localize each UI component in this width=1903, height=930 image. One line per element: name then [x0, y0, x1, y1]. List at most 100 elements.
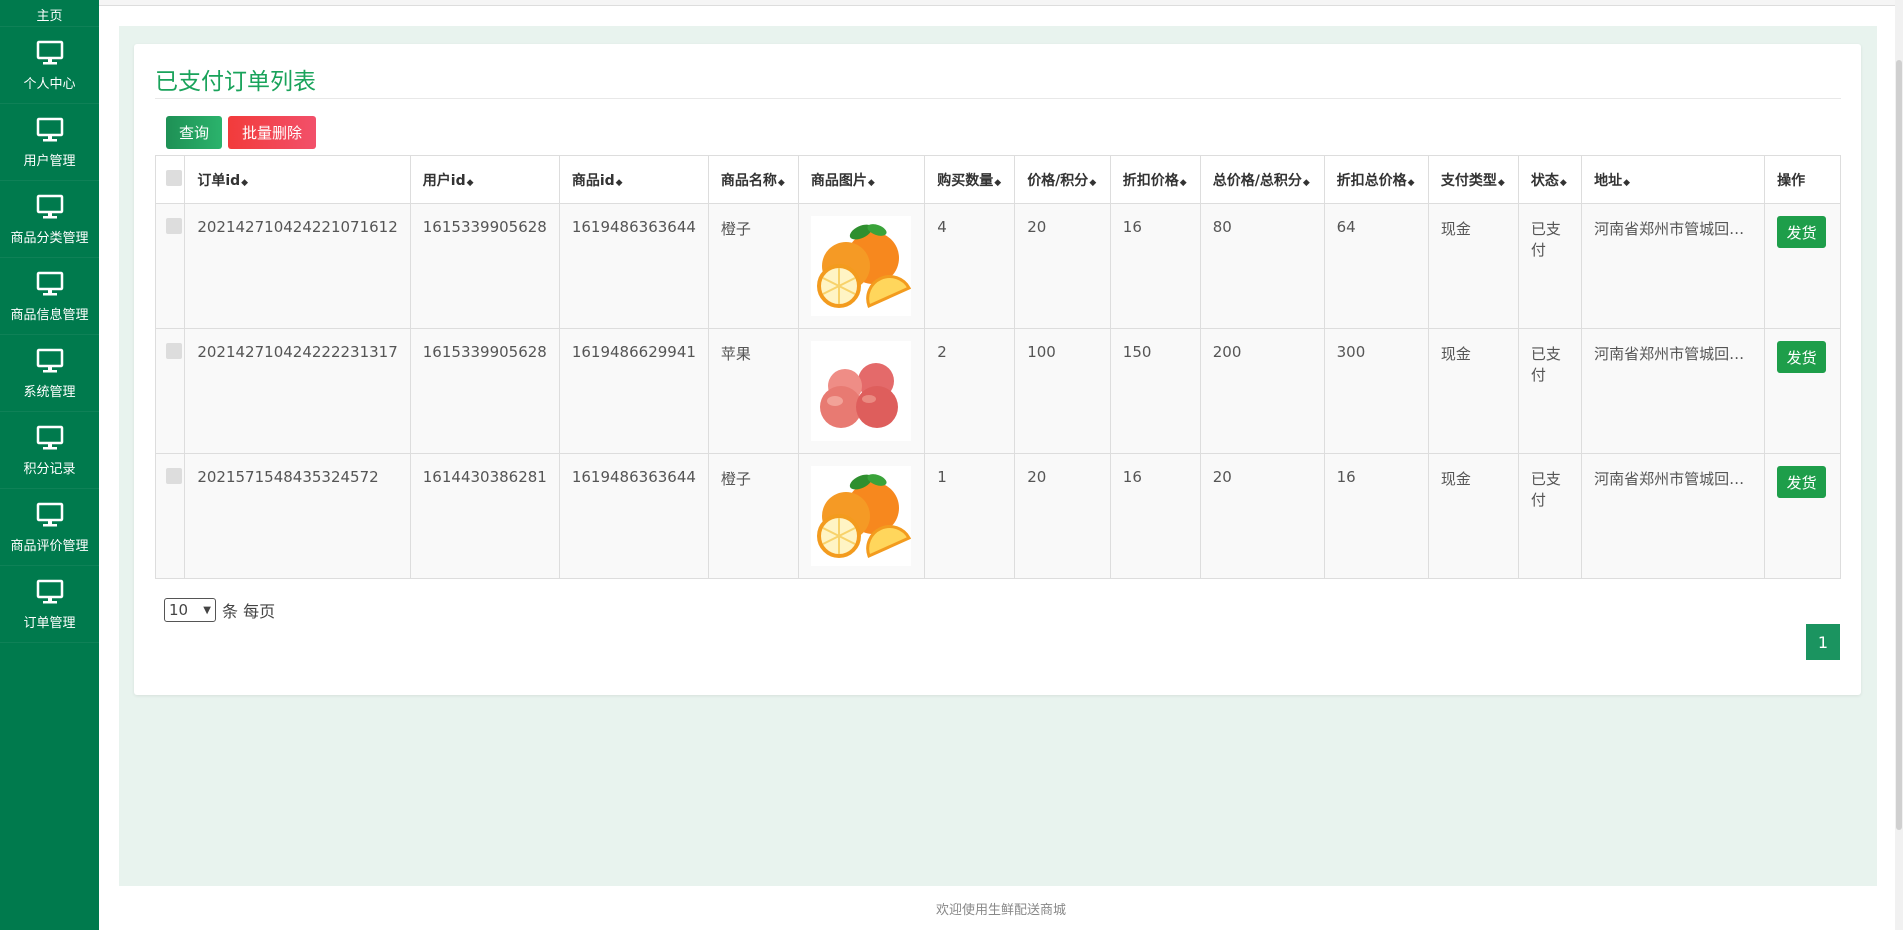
- row-select-cell: [154, 453, 186, 579]
- total-cell: 20: [1199, 453, 1325, 579]
- column-header-discount-total[interactable]: 折扣总价格◆: [1323, 155, 1429, 204]
- actions-cell: 发货: [1764, 453, 1841, 579]
- scrollbar-thumb[interactable]: [1896, 60, 1902, 830]
- user-id-cell: 1615339905628: [409, 328, 560, 454]
- column-header-product-image[interactable]: 商品图片◆: [797, 155, 926, 204]
- address-text: 河南省郑州市管城回族..: [1594, 345, 1753, 363]
- total-cell: 80: [1199, 203, 1325, 329]
- sidebar-item-review-management[interactable]: 商品评价管理: [0, 489, 99, 566]
- column-header-order-id[interactable]: 订单id◆: [184, 155, 411, 204]
- order-id-cell: 202142710424222231317: [184, 328, 411, 454]
- column-header-product-name[interactable]: 商品名称◆: [707, 155, 799, 204]
- address-cell: 河南省郑州市管城回族..: [1581, 453, 1766, 579]
- select-all-checkbox[interactable]: [166, 169, 182, 186]
- quantity-cell: 1: [924, 453, 1016, 579]
- sidebar-item-user-management[interactable]: 用户管理: [0, 104, 99, 181]
- column-header-total[interactable]: 总价格/总积分◆: [1199, 155, 1325, 204]
- column-header-pay-type[interactable]: 支付类型◆: [1427, 155, 1519, 204]
- price-cell: 20: [1014, 203, 1111, 329]
- address-text: 河南省郑州市管城回族..: [1594, 220, 1753, 238]
- query-button[interactable]: 查询: [166, 116, 222, 149]
- row-select-cell: [154, 328, 186, 454]
- ship-button[interactable]: 发货: [1777, 466, 1827, 498]
- quantity-cell: 4: [924, 203, 1016, 329]
- sort-icon: ◆: [777, 177, 785, 188]
- discount-total-cell: 300: [1323, 328, 1429, 454]
- product-name-cell: 橙子: [707, 453, 799, 579]
- column-header-user-id[interactable]: 用户id◆: [409, 155, 560, 204]
- discount-total-cell: 64: [1323, 203, 1429, 329]
- discount-total-cell: 16: [1323, 453, 1429, 579]
- select-all-cell: [154, 155, 186, 204]
- column-header-status[interactable]: 状态◆: [1517, 155, 1583, 204]
- column-header-quantity[interactable]: 购买数量◆: [924, 155, 1016, 204]
- row-checkbox[interactable]: [166, 218, 182, 234]
- price-cell: 20: [1014, 453, 1111, 579]
- apple-image[interactable]: [810, 341, 911, 441]
- product-name-cell: 苹果: [707, 328, 799, 454]
- sidebar-item-category-management[interactable]: 商品分类管理: [0, 181, 99, 258]
- sidebar-item-personal-center[interactable]: 个人中心: [0, 27, 99, 104]
- scrollbar[interactable]: [1895, 0, 1903, 930]
- table-row: 202142710424222231317 1615339905628 1619…: [154, 328, 1841, 454]
- column-header-product-id[interactable]: 商品id◆: [558, 155, 709, 204]
- sort-icon: ◆: [1179, 177, 1187, 188]
- batch-delete-button[interactable]: 批量删除: [228, 116, 316, 149]
- footer-text: 欢迎使用生鲜配送商城: [935, 902, 1066, 918]
- orange-image[interactable]: [810, 466, 912, 566]
- sort-icon: ◆: [1302, 177, 1310, 188]
- product-image-cell: [797, 328, 926, 454]
- monitor-icon: [36, 194, 63, 218]
- sidebar-item-label: 订单管理: [23, 615, 76, 631]
- sidebar-item-order-management[interactable]: 订单管理: [0, 566, 99, 643]
- sidebar-item-product-management[interactable]: 商品信息管理: [0, 258, 99, 335]
- user-id-cell: 1614430386281: [409, 453, 560, 579]
- sidebar-item-home[interactable]: 主页: [0, 0, 99, 27]
- sort-icon: ◆: [1407, 177, 1415, 188]
- product-id-cell: 1619486363644: [558, 453, 709, 579]
- page-size-select[interactable]: 10 ▼: [164, 598, 216, 622]
- table-header-row: 订单id◆ 用户id◆ 商品id◆ 商品名称◆ 商品图片◆ 购买数量◆ 价格/积…: [154, 155, 1841, 204]
- user-id-cell: 1615339905628: [409, 203, 560, 329]
- address-cell: 河南省郑州市管城回族..: [1581, 203, 1766, 329]
- product-image-cell: [797, 453, 926, 579]
- monitor-icon: [36, 348, 63, 372]
- column-header-discount-price[interactable]: 折扣价格◆: [1109, 155, 1201, 204]
- sidebar-item-label: 用户管理: [23, 153, 76, 169]
- sidebar-item-label: 主页: [36, 9, 63, 24]
- status-cell: 已支付: [1517, 203, 1583, 329]
- monitor-icon: [36, 117, 63, 141]
- monitor-icon: [36, 425, 63, 449]
- sort-icon: ◆: [1559, 177, 1567, 188]
- sidebar-item-system-management[interactable]: 系统管理: [0, 335, 99, 412]
- pay-type-cell: 现金: [1427, 453, 1519, 579]
- sidebar-item-label: 积分记录: [23, 461, 76, 477]
- sidebar-item-label: 个人中心: [23, 76, 76, 92]
- price-cell: 100: [1014, 328, 1111, 454]
- orders-table: 订单id◆ 用户id◆ 商品id◆ 商品名称◆ 商品图片◆ 购买数量◆ 价格/积…: [154, 155, 1841, 579]
- sort-icon: ◆: [466, 177, 474, 188]
- sidebar-item-label: 系统管理: [23, 384, 76, 400]
- order-list-card: 已支付订单列表 查询 批量删除 订单id◆ 用户id◆ 商品id◆ 商品名称◆ …: [134, 44, 1861, 695]
- sort-icon: ◆: [1623, 177, 1631, 188]
- row-checkbox[interactable]: [166, 343, 182, 359]
- sidebar-item-points-record[interactable]: 积分记录: [0, 412, 99, 489]
- monitor-icon: [36, 271, 63, 295]
- product-id-cell: 1619486629941: [558, 328, 709, 454]
- top-bar: [99, 0, 1903, 6]
- sidebar-item-label: 商品分类管理: [10, 230, 89, 246]
- column-header-price[interactable]: 价格/积分◆: [1014, 155, 1111, 204]
- ship-button[interactable]: 发货: [1777, 341, 1827, 373]
- column-header-address[interactable]: 地址◆: [1581, 155, 1766, 204]
- status-cell: 已支付: [1517, 453, 1583, 579]
- sort-icon: ◆: [1497, 177, 1505, 188]
- row-checkbox[interactable]: [166, 468, 182, 484]
- sidebar-item-label: 商品信息管理: [10, 307, 89, 323]
- address-cell: 河南省郑州市管城回族..: [1581, 328, 1766, 454]
- page-button-current[interactable]: 1: [1806, 624, 1840, 660]
- ship-button[interactable]: 发货: [1777, 216, 1827, 248]
- total-cell: 200: [1199, 328, 1325, 454]
- orange-image[interactable]: [810, 216, 912, 316]
- page-size-control: 10 ▼ 条 每页: [164, 598, 275, 622]
- table-row: 202142710424221071612 1615339905628 1619…: [154, 203, 1841, 329]
